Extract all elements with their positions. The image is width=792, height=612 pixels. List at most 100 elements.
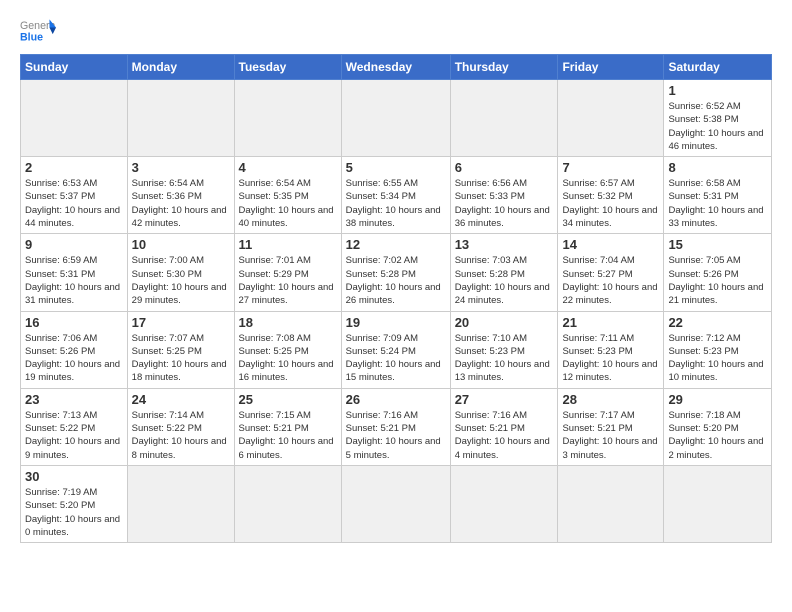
day-number: 24 <box>132 392 230 407</box>
day-info: Sunrise: 7:12 AM Sunset: 5:23 PM Dayligh… <box>668 332 767 385</box>
calendar-cell: 27Sunrise: 7:16 AM Sunset: 5:21 PM Dayli… <box>450 388 558 465</box>
day-number: 13 <box>455 237 554 252</box>
svg-text:Blue: Blue <box>20 32 43 44</box>
weekday-wednesday: Wednesday <box>341 55 450 80</box>
calendar-cell: 16 Sunrise: 7:06 AM Sunset: 5:26 PM Dayli… <box>21 311 128 388</box>
calendar-cell: 1 Sunrise: 6:52 AM Sunset: 5:38 PM Daylig… <box>664 80 772 157</box>
day-number: 15 <box>668 237 767 252</box>
calendar-cell: 13 Sunrise: 7:03 AM Sunset: 5:28 PM Dayli… <box>450 234 558 311</box>
day-number: 6 <box>455 160 554 175</box>
calendar-cell: 8 Sunrise: 6:58 AM Sunset: 5:31 PM Daylig… <box>664 157 772 234</box>
day-info: Sunrise: 6:56 AM Sunset: 5:33 PM Dayligh… <box>455 177 554 230</box>
day-number: 26 <box>346 392 446 407</box>
day-number: 21 <box>562 315 659 330</box>
logo: General Blue <box>20 16 56 44</box>
calendar-cell <box>341 465 450 542</box>
weekday-friday: Friday <box>558 55 664 80</box>
calendar-week-1: 2Sunrise: 6:53 AM Sunset: 5:37 PM Daylig… <box>21 157 772 234</box>
calendar-cell: 18 Sunrise: 7:08 AM Sunset: 5:25 PM Dayli… <box>234 311 341 388</box>
day-info: Sunrise: 7:03 AM Sunset: 5:28 PM Dayligh… <box>455 254 554 307</box>
day-number: 30 <box>25 469 123 484</box>
day-number: 29 <box>668 392 767 407</box>
day-info: Sunrise: 7:16 AM Sunset: 5:21 PM Dayligh… <box>455 409 554 462</box>
calendar-cell: 6 Sunrise: 6:56 AM Sunset: 5:33 PM Daylig… <box>450 157 558 234</box>
calendar-cell: 28Sunrise: 7:17 AM Sunset: 5:21 PM Dayli… <box>558 388 664 465</box>
day-number: 20 <box>455 315 554 330</box>
day-info: Sunrise: 7:16 AM Sunset: 5:21 PM Dayligh… <box>346 409 446 462</box>
calendar-cell <box>127 80 234 157</box>
day-info: Sunrise: 6:59 AM Sunset: 5:31 PM Dayligh… <box>25 254 123 307</box>
day-number: 9 <box>25 237 123 252</box>
day-info: Sunrise: 7:02 AM Sunset: 5:28 PM Dayligh… <box>346 254 446 307</box>
calendar-cell <box>558 465 664 542</box>
day-number: 12 <box>346 237 446 252</box>
day-info: Sunrise: 7:09 AM Sunset: 5:24 PM Dayligh… <box>346 332 446 385</box>
day-info: Sunrise: 6:53 AM Sunset: 5:37 PM Dayligh… <box>25 177 123 230</box>
calendar-cell: 2Sunrise: 6:53 AM Sunset: 5:37 PM Daylig… <box>21 157 128 234</box>
calendar-cell <box>234 80 341 157</box>
day-info: Sunrise: 6:52 AM Sunset: 5:38 PM Dayligh… <box>668 100 767 153</box>
generalblue-logo-icon: General Blue <box>20 16 56 44</box>
day-number: 4 <box>239 160 337 175</box>
calendar-cell: 24 Sunrise: 7:14 AM Sunset: 5:22 PM Dayli… <box>127 388 234 465</box>
day-number: 16 <box>25 315 123 330</box>
calendar-cell <box>21 80 128 157</box>
calendar-cell: 22Sunrise: 7:12 AM Sunset: 5:23 PM Dayli… <box>664 311 772 388</box>
calendar-cell: 9 Sunrise: 6:59 AM Sunset: 5:31 PM Daylig… <box>21 234 128 311</box>
day-info: Sunrise: 7:14 AM Sunset: 5:22 PM Dayligh… <box>132 409 230 462</box>
day-info: Sunrise: 7:04 AM Sunset: 5:27 PM Dayligh… <box>562 254 659 307</box>
day-info: Sunrise: 7:01 AM Sunset: 5:29 PM Dayligh… <box>239 254 337 307</box>
weekday-thursday: Thursday <box>450 55 558 80</box>
calendar-cell: 12 Sunrise: 7:02 AM Sunset: 5:28 PM Dayli… <box>341 234 450 311</box>
calendar-week-3: 16 Sunrise: 7:06 AM Sunset: 5:26 PM Dayli… <box>21 311 772 388</box>
day-info: Sunrise: 7:15 AM Sunset: 5:21 PM Dayligh… <box>239 409 337 462</box>
page: General Blue SundayMondayTuesdayWednesda… <box>0 0 792 553</box>
day-info: Sunrise: 7:13 AM Sunset: 5:22 PM Dayligh… <box>25 409 123 462</box>
day-number: 17 <box>132 315 230 330</box>
calendar-cell: 4Sunrise: 6:54 AM Sunset: 5:35 PM Daylig… <box>234 157 341 234</box>
weekday-tuesday: Tuesday <box>234 55 341 80</box>
day-info: Sunrise: 6:58 AM Sunset: 5:31 PM Dayligh… <box>668 177 767 230</box>
day-number: 8 <box>668 160 767 175</box>
day-info: Sunrise: 7:08 AM Sunset: 5:25 PM Dayligh… <box>239 332 337 385</box>
calendar-cell <box>450 80 558 157</box>
day-info: Sunrise: 6:55 AM Sunset: 5:34 PM Dayligh… <box>346 177 446 230</box>
day-number: 5 <box>346 160 446 175</box>
weekday-monday: Monday <box>127 55 234 80</box>
day-number: 7 <box>562 160 659 175</box>
day-number: 18 <box>239 315 337 330</box>
calendar-week-4: 23Sunrise: 7:13 AM Sunset: 5:22 PM Dayli… <box>21 388 772 465</box>
calendar-cell: 10Sunrise: 7:00 AM Sunset: 5:30 PM Dayli… <box>127 234 234 311</box>
calendar-cell: 14 Sunrise: 7:04 AM Sunset: 5:27 PM Dayli… <box>558 234 664 311</box>
day-info: Sunrise: 6:57 AM Sunset: 5:32 PM Dayligh… <box>562 177 659 230</box>
day-info: Sunrise: 7:10 AM Sunset: 5:23 PM Dayligh… <box>455 332 554 385</box>
calendar-cell: 20 Sunrise: 7:10 AM Sunset: 5:23 PM Dayli… <box>450 311 558 388</box>
day-number: 3 <box>132 160 230 175</box>
day-number: 19 <box>346 315 446 330</box>
calendar-cell <box>127 465 234 542</box>
day-info: Sunrise: 7:17 AM Sunset: 5:21 PM Dayligh… <box>562 409 659 462</box>
day-number: 10 <box>132 237 230 252</box>
calendar-cell <box>664 465 772 542</box>
calendar-cell: 7 Sunrise: 6:57 AM Sunset: 5:32 PM Daylig… <box>558 157 664 234</box>
calendar-week-5: 30 Sunrise: 7:19 AM Sunset: 5:20 PM Dayli… <box>21 465 772 542</box>
day-info: Sunrise: 7:19 AM Sunset: 5:20 PM Dayligh… <box>25 486 123 539</box>
day-number: 1 <box>668 83 767 98</box>
day-number: 25 <box>239 392 337 407</box>
calendar-cell: 25 Sunrise: 7:15 AM Sunset: 5:21 PM Dayli… <box>234 388 341 465</box>
day-info: Sunrise: 7:07 AM Sunset: 5:25 PM Dayligh… <box>132 332 230 385</box>
header: General Blue <box>20 16 772 44</box>
weekday-saturday: Saturday <box>664 55 772 80</box>
calendar-cell: 17 Sunrise: 7:07 AM Sunset: 5:25 PM Dayli… <box>127 311 234 388</box>
calendar-cell: 15 Sunrise: 7:05 AM Sunset: 5:26 PM Dayli… <box>664 234 772 311</box>
calendar-cell <box>558 80 664 157</box>
calendar-week-0: 1 Sunrise: 6:52 AM Sunset: 5:38 PM Daylig… <box>21 80 772 157</box>
day-number: 14 <box>562 237 659 252</box>
calendar-cell <box>234 465 341 542</box>
day-info: Sunrise: 7:05 AM Sunset: 5:26 PM Dayligh… <box>668 254 767 307</box>
calendar-week-2: 9 Sunrise: 6:59 AM Sunset: 5:31 PM Daylig… <box>21 234 772 311</box>
calendar-cell: 26 Sunrise: 7:16 AM Sunset: 5:21 PM Dayli… <box>341 388 450 465</box>
calendar-cell: 29Sunrise: 7:18 AM Sunset: 5:20 PM Dayli… <box>664 388 772 465</box>
day-info: Sunrise: 7:06 AM Sunset: 5:26 PM Dayligh… <box>25 332 123 385</box>
calendar-cell <box>450 465 558 542</box>
